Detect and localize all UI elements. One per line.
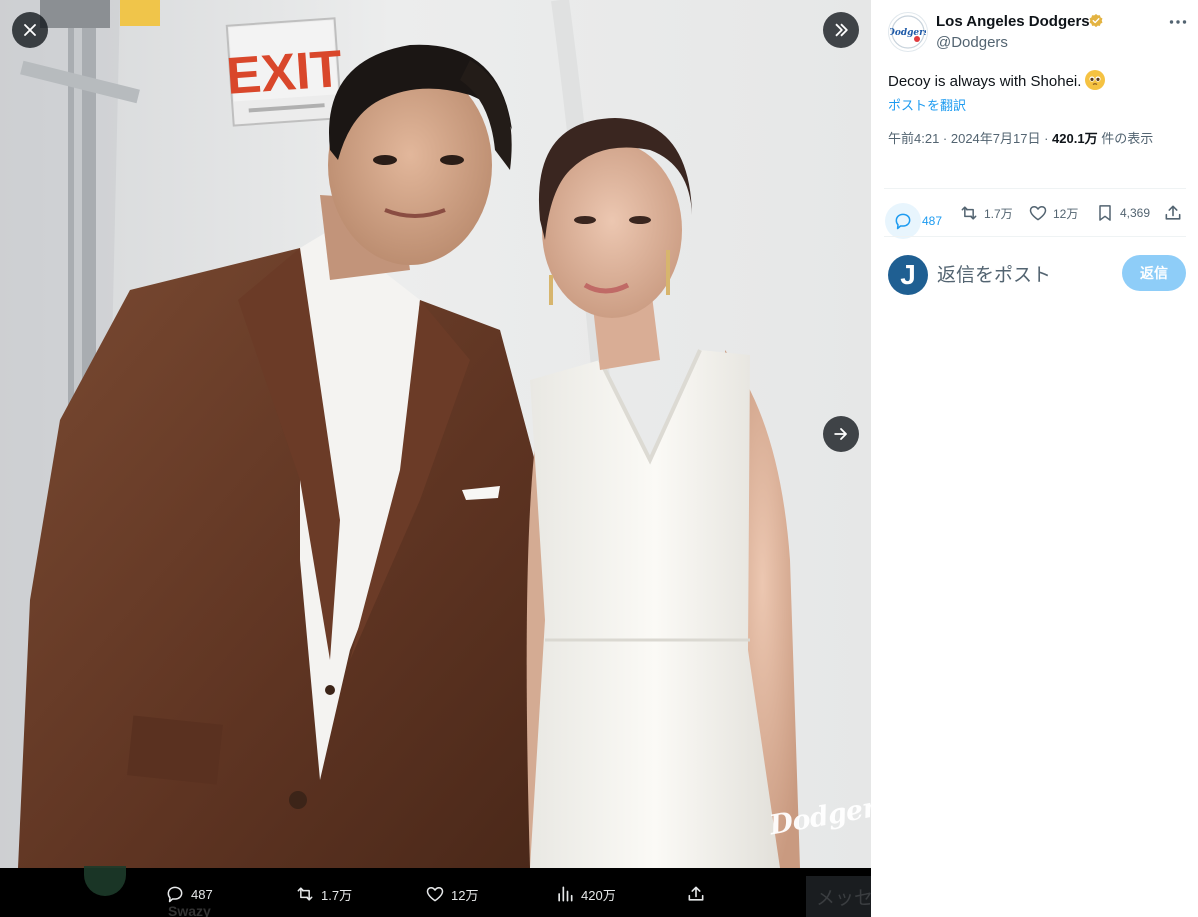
verified-icon xyxy=(1089,14,1103,28)
bookmark-button[interactable]: 4,369 xyxy=(1095,203,1150,223)
post-timestamp[interactable]: 午前4:21 · 2024年7月17日 · xyxy=(888,131,1052,146)
background-messages: メッセ xyxy=(806,876,871,917)
repost-count: 1.7万 xyxy=(984,206,1013,221)
next-arrow-icon xyxy=(834,428,847,440)
dodgers-logo-icon: Dodgers xyxy=(890,15,926,49)
media-repost-button[interactable]: 1.7万 xyxy=(295,884,352,904)
view-count: 420.1万 xyxy=(1052,131,1098,146)
view-label: 件の表示 xyxy=(1097,131,1154,146)
next-image-button[interactable] xyxy=(823,416,859,452)
reply-button[interactable]: 487 xyxy=(885,203,943,239)
post-meta: 午前4:21 · 2024年7月17日 · 420.1万 件の表示 xyxy=(888,128,1178,150)
views-icon xyxy=(558,886,573,902)
media-share-button[interactable] xyxy=(686,884,706,904)
author-display-name[interactable]: Los Angeles Dodgers xyxy=(936,13,1090,30)
like-icon xyxy=(426,887,444,902)
author-handle[interactable]: @Dodgers xyxy=(936,34,1008,51)
post-text: Decoy is always with Shohei. xyxy=(888,70,1106,90)
exit-sign-text: EXIT xyxy=(225,40,345,106)
divider xyxy=(884,236,1186,237)
like-icon xyxy=(1029,206,1047,221)
expand-icon xyxy=(835,23,848,37)
reply-count: 487 xyxy=(922,214,943,228)
repost-icon xyxy=(961,206,977,220)
close-icon xyxy=(24,24,36,36)
pleading-face-emoji-icon xyxy=(1085,70,1106,90)
reply-input[interactable]: 返信をポスト xyxy=(937,260,1051,287)
media-viewer: EXIT Dodgers Swazy メッセ 487 1.7万 12万 420万 xyxy=(0,0,871,917)
like-count: 12万 xyxy=(1053,206,1079,221)
reply-icon xyxy=(895,213,911,230)
translate-post-link[interactable]: ポストを翻訳 xyxy=(888,95,966,114)
media-reply-button[interactable]: 487 xyxy=(165,884,213,904)
media-views-button[interactable]: 420万 xyxy=(555,884,616,904)
like-button[interactable]: 12万 xyxy=(1028,203,1078,223)
share-icon xyxy=(1165,205,1181,220)
close-button[interactable] xyxy=(12,12,48,48)
more-icon[interactable] xyxy=(1166,10,1190,34)
reply-icon xyxy=(167,886,183,903)
author-avatar[interactable]: Dodgers xyxy=(888,12,928,52)
media-like-count: 12万 xyxy=(451,887,479,903)
post-photo: EXIT xyxy=(0,0,871,868)
background-username: Swazy xyxy=(168,903,211,917)
reply-submit-button[interactable]: 返信 xyxy=(1122,255,1186,291)
share-button[interactable] xyxy=(1163,203,1183,223)
media-repost-count: 1.7万 xyxy=(321,887,353,903)
media-views-count: 420万 xyxy=(581,887,616,903)
media-reply-count: 487 xyxy=(191,886,213,902)
repost-icon xyxy=(297,887,313,901)
repost-button[interactable]: 1.7万 xyxy=(959,203,1013,223)
share-icon xyxy=(688,886,704,901)
bookmark-icon xyxy=(1099,205,1111,221)
svg-text:Dodgers: Dodgers xyxy=(890,28,926,38)
bookmark-count: 4,369 xyxy=(1120,206,1151,220)
current-user-avatar[interactable]: J xyxy=(888,255,928,295)
divider xyxy=(884,188,1186,189)
media-like-button[interactable]: 12万 xyxy=(425,884,478,904)
expand-button[interactable] xyxy=(823,12,859,48)
